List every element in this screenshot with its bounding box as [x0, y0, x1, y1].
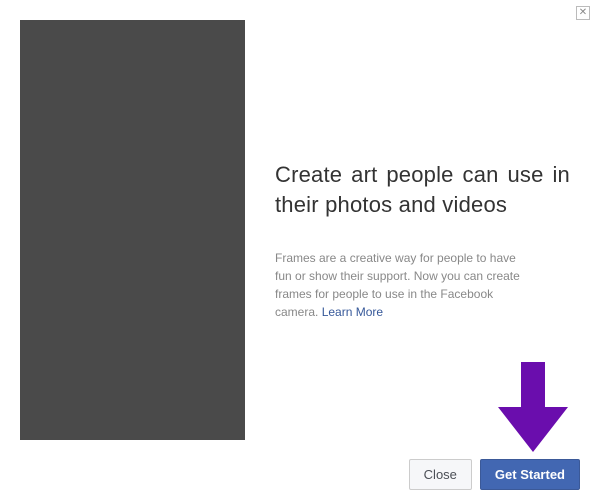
close-button[interactable]: Close	[409, 459, 472, 490]
modal-description: Frames are a creative way for people to …	[275, 249, 520, 321]
preview-placeholder	[20, 20, 245, 440]
modal-heading: Create art people can use in their photo…	[275, 160, 570, 219]
modal-body: Create art people can use in their photo…	[0, 0, 600, 440]
content-column: Create art people can use in their photo…	[245, 20, 570, 440]
description-text: Frames are a creative way for people to …	[275, 251, 520, 319]
learn-more-link[interactable]: Learn More	[322, 305, 383, 319]
close-icon[interactable]: ✕	[576, 6, 590, 20]
get-started-button[interactable]: Get Started	[480, 459, 580, 490]
modal-footer: Close Get Started	[409, 459, 580, 490]
